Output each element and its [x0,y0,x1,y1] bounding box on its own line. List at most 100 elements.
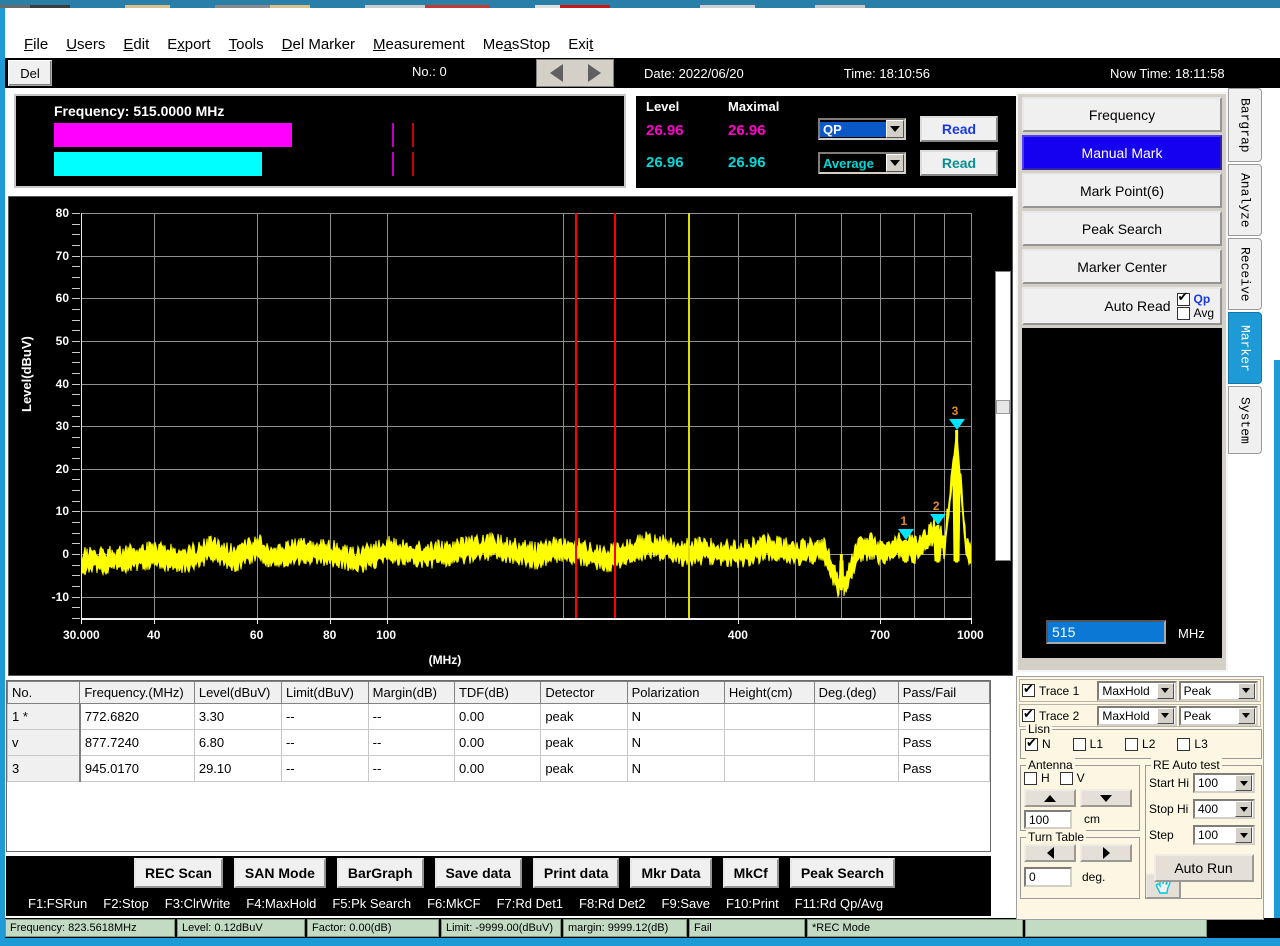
marker-frequency-input[interactable]: 515 [1046,620,1166,644]
action-button-peak-search[interactable]: Peak Search [790,858,895,888]
table-cell-polarization[interactable]: N [627,730,724,756]
table-cell-no[interactable]: 1 * [8,704,80,730]
antenna-height-input[interactable]: 100 [1024,810,1072,829]
lisn-l2-checkbox[interactable] [1125,738,1138,751]
table-cell-deg[interactable] [814,756,898,782]
antenna-v-checkbox[interactable] [1060,772,1073,785]
antenna-up-button[interactable] [1024,789,1076,807]
trace2-toggle[interactable]: Trace 2 [1020,709,1097,723]
action-button-san-mode[interactable]: SAN Mode [234,858,326,888]
menu-users[interactable]: Users [57,34,114,55]
menu-measstop[interactable]: MeasStop [474,34,560,55]
avg-checkbox[interactable] [1177,307,1190,320]
sidebar-button-mark-point-6-[interactable]: Mark Point(6) [1022,173,1222,208]
trace1-checkbox[interactable] [1022,684,1035,697]
turntable-degree-input[interactable]: 0 [1024,867,1072,887]
detector2-select[interactable]: Average [818,152,906,174]
table-cell-polarization[interactable]: N [627,704,724,730]
table-cell-level[interactable]: 29.10 [194,756,281,782]
function-key-f10[interactable]: F10:Print [726,896,779,911]
action-button-mkcf[interactable]: MkCf [723,858,779,888]
function-key-f11[interactable]: F11:Rd Qp/Avg [795,896,883,911]
table-cell-no[interactable]: v [8,730,80,756]
menu-file[interactable]: File [15,34,57,55]
table-header-detector[interactable]: Detector [541,682,627,704]
table-cell-tdf[interactable]: 0.00 [454,730,540,756]
function-key-f8[interactable]: F8:Rd Det2 [579,896,645,911]
table-cell-level[interactable]: 6.80 [194,730,281,756]
trace1-toggle[interactable]: Trace 1 [1020,684,1097,698]
antenna-h-checkbox[interactable] [1024,772,1037,785]
chevron-down-icon[interactable] [1235,827,1252,843]
spectrum-chart[interactable]: Level(dBuV) 80706050403020100-1030.00040… [8,196,1013,676]
chevron-down-icon[interactable] [1157,683,1174,699]
chart-vertical-scrollbar[interactable] [995,271,1011,561]
table-header-polarization[interactable]: Polarization [627,682,724,704]
function-key-f7[interactable]: F7:Rd Det1 [497,896,563,911]
plot-area[interactable]: 80706050403020100-1030.00040608010040070… [81,213,971,618]
table-cell-frequency[interactable]: 877.7240 [80,730,195,756]
table-cell-frequency[interactable]: 772.6820 [80,704,195,730]
action-button-save-data[interactable]: Save data [435,858,522,888]
read-qp-button[interactable]: Read [920,116,998,142]
chart-marker[interactable]: 2 [930,514,946,525]
table-header-limit-dbuv-[interactable]: Limit(dBuV) [281,682,368,704]
lisn-l1-checkbox[interactable] [1073,738,1086,751]
table-cell-frequency[interactable]: 945.0170 [80,756,195,782]
table-header-pass-fail[interactable]: Pass/Fail [898,682,989,704]
function-key-f3[interactable]: F3:ClrWrite [165,896,230,911]
action-button-mkr-data[interactable]: Mkr Data [630,858,711,888]
table-body[interactable]: 1 *772.68203.30----0.00peakNPassv877.724… [8,704,990,853]
chevron-down-icon[interactable] [1238,708,1255,724]
menu-del-marker[interactable]: Del Marker [273,34,364,55]
qp-checkbox[interactable] [1177,293,1190,306]
table-cell-limit[interactable]: -- [281,704,368,730]
menu-edit[interactable]: Edit [114,34,158,55]
table-cell-no[interactable]: 3 [8,756,80,782]
table-cell-detector[interactable]: peak [541,730,627,756]
lisn-n-checkbox[interactable] [1025,738,1038,751]
table-cell-margin[interactable]: -- [368,730,454,756]
table-row[interactable]: 3945.017029.10----0.00peakNPass [8,756,990,782]
table-row[interactable]: v877.72406.80----0.00peakNPass [8,730,990,756]
chevron-down-icon[interactable] [886,120,904,138]
function-key-f5[interactable]: F5:Pk Search [332,896,411,911]
stop-height-select[interactable]: 400 [1193,799,1255,819]
table-header-frequency-mhz-[interactable]: Frequency.(MHz) [80,682,195,704]
function-key-f2[interactable]: F2:Stop [103,896,149,911]
lisn-l3-checkbox[interactable] [1177,738,1190,751]
table-cell-deg[interactable] [814,704,898,730]
table-header-level-dbuv-[interactable]: Level(dBuV) [194,682,281,704]
sidebar-button-marker-center[interactable]: Marker Center [1022,249,1222,284]
turntable-left-button[interactable] [1024,844,1076,862]
vertical-tab-receive[interactable]: Receive [1228,238,1262,310]
delete-record-button[interactable]: Del [8,60,52,86]
table-cell-detector[interactable]: peak [541,704,627,730]
table-cell-polarization[interactable]: N [627,756,724,782]
table-header-no-[interactable]: No. [8,682,80,704]
menu-exit[interactable]: Exit [559,34,602,55]
vertical-tab-marker[interactable]: Marker [1228,312,1262,384]
table-cell-margin[interactable]: -- [368,756,454,782]
trace2-detector-select[interactable]: Peak [1179,706,1258,726]
table-cell-deg[interactable] [814,730,898,756]
triangle-left-icon[interactable] [550,64,563,82]
lisn-option-l3[interactable]: L3 [1177,737,1207,751]
trace1-mode-select[interactable]: MaxHold [1097,681,1176,701]
action-button-print-data[interactable]: Print data [533,858,620,888]
chevron-down-icon[interactable] [1235,775,1252,791]
tune-marker-high[interactable] [614,213,616,618]
read-avg-button[interactable]: Read [920,150,998,176]
chevron-down-icon[interactable] [1238,683,1255,699]
table-cell-height[interactable] [724,756,814,782]
antenna-down-button[interactable] [1080,789,1132,807]
lisn-option-l1[interactable]: L1 [1073,737,1103,751]
table-cell-limit[interactable]: -- [281,756,368,782]
auto-read-qp-option[interactable]: Qp [1177,292,1214,306]
table-cell-detector[interactable]: peak [541,756,627,782]
table-cell-height[interactable] [724,730,814,756]
chart-marker[interactable]: 1 [898,529,914,540]
sidebar-button-manual-mark[interactable]: Manual Mark [1022,135,1222,170]
vertical-tab-system[interactable]: System [1228,386,1262,454]
table-cell-margin[interactable]: -- [368,704,454,730]
